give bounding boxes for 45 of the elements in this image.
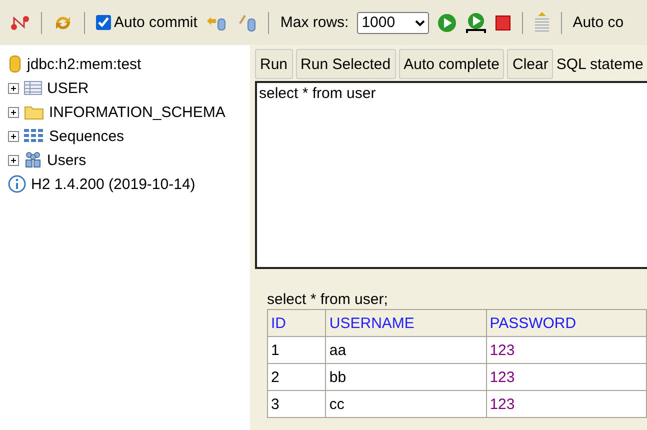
table-cell: 1	[268, 336, 326, 364]
column-header[interactable]: USERNAME	[326, 310, 486, 336]
info-icon	[8, 175, 26, 193]
expand-icon[interactable]	[8, 154, 19, 166]
tree-item[interactable]: USER	[47, 80, 89, 96]
disconnect-button[interactable]	[10, 14, 30, 32]
column-header[interactable]: PASSWORD	[486, 310, 646, 336]
table-cell: 123	[486, 364, 646, 390]
max-rows-label: Max rows:	[280, 14, 349, 31]
people-icon	[24, 151, 42, 169]
grid-icon	[24, 129, 44, 143]
expand-icon[interactable]	[8, 130, 19, 142]
query-button[interactable]: Run	[255, 49, 293, 79]
stop-button[interactable]	[494, 14, 511, 30]
expand-icon[interactable]	[8, 106, 19, 118]
folder-icon	[24, 104, 44, 120]
result-statement: select * from user;	[267, 291, 389, 308]
table-cell: 2	[268, 364, 326, 390]
table-icon	[24, 81, 42, 95]
sql-editor[interactable]: select * from user	[255, 81, 647, 269]
tree-item[interactable]: Users	[47, 152, 86, 168]
auto-complete-label: Auto co	[572, 14, 624, 31]
table-cell: aa	[326, 336, 486, 364]
rollback-button[interactable]	[205, 14, 228, 30]
run-button[interactable]	[436, 12, 457, 32]
column-header[interactable]: ID	[268, 310, 326, 336]
auto-commit-label: Auto commit	[114, 14, 198, 31]
run-selected-button[interactable]	[464, 12, 487, 34]
table-cell: cc	[326, 390, 486, 418]
auto-commit-checkbox[interactable]	[96, 15, 111, 30]
table-cell: bb	[326, 364, 486, 390]
expand-icon[interactable]	[8, 82, 19, 94]
connection-url[interactable]: jdbc:h2:mem:test	[27, 56, 142, 72]
version-text: H2 1.4.200 (2019-10-14)	[31, 176, 196, 192]
max-rows-select[interactable]: 1000	[356, 12, 429, 34]
sql-statement-label: SQL stateme	[556, 56, 644, 72]
table-cell: 123	[486, 336, 646, 364]
query-button[interactable]: Auto complete	[398, 49, 504, 79]
database-icon	[8, 55, 22, 73]
tree-item[interactable]: INFORMATION_SCHEMA	[49, 104, 226, 120]
table-cell: 123	[486, 390, 646, 418]
table-cell: 3	[268, 390, 326, 418]
tree-item[interactable]: Sequences	[49, 128, 124, 144]
query-button[interactable]: Clear	[507, 49, 554, 79]
query-button[interactable]: Run Selected	[296, 49, 396, 79]
